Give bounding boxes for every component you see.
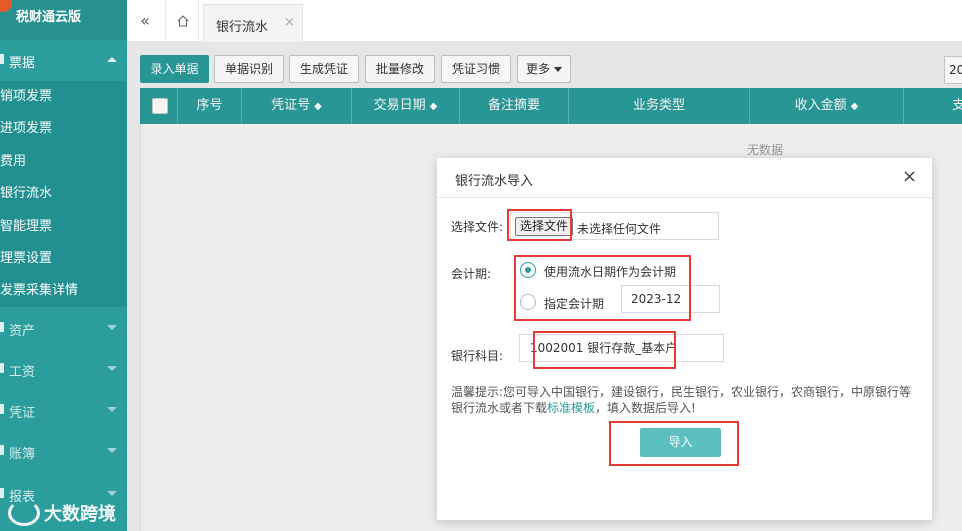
sidebar-item-sorting-settings[interactable]: 理票设置	[0, 243, 127, 275]
sidebar-group-label: 账簿	[9, 447, 36, 462]
chevron-up-icon	[107, 57, 117, 62]
sidebar-item-purchase-invoice[interactable]: 进项发票	[0, 113, 127, 145]
highlight-box	[533, 331, 676, 369]
sidebar-item-sales-invoice[interactable]: 销项发票	[0, 81, 127, 113]
highlight-box	[609, 421, 739, 466]
close-icon[interactable]: ×	[902, 168, 917, 186]
dialog-title: 银行流水导入	[455, 174, 534, 189]
sidebar-group-label: 凭证	[9, 406, 36, 421]
period-label: 会计期:	[451, 267, 492, 281]
sidebar-item-expense[interactable]: 费用	[0, 146, 127, 178]
ledger-icon	[0, 445, 4, 455]
chevron-down-icon	[107, 325, 117, 330]
ticket-icon	[0, 54, 4, 64]
sidebar-item-invoice-collection[interactable]: 发票采集详情	[0, 275, 127, 307]
watermark-text: 大数跨境	[44, 504, 116, 525]
sidebar-group-tickets[interactable]: 票据	[0, 40, 127, 80]
brand: 税财通云版	[0, 0, 127, 40]
chevron-down-icon	[107, 491, 117, 496]
import-tip: 温馨提示:您可导入中国银行，建设银行，民生银行，农业银行，农商银行，中原银行等银…	[451, 384, 921, 416]
sidebar-item-bank-statement[interactable]: 银行流水	[0, 178, 127, 210]
home-tab[interactable]	[165, 0, 199, 42]
home-icon	[177, 15, 189, 27]
chevron-down-icon	[107, 448, 117, 453]
sidebar-group-assets[interactable]: 资产	[0, 308, 127, 348]
tab-bank-statement[interactable]: 银行流水 ×	[203, 4, 303, 42]
chevron-down-icon	[107, 407, 117, 412]
sidebar-group-label: 工资	[9, 365, 36, 380]
assets-icon	[0, 322, 4, 332]
dialog-header: 银行流水导入 ×	[437, 158, 932, 198]
sidebar-item-smart-sorting[interactable]: 智能理票	[0, 211, 127, 243]
highlight-box	[507, 209, 572, 241]
collapse-sidebar-icon[interactable]: «	[135, 11, 155, 31]
bank-import-dialog: 银行流水导入 × 选择文件: 选择文件 未选择任何文件 会计期: 使用流水日期作…	[437, 158, 932, 520]
voucher-icon	[0, 404, 4, 414]
sidebar-group-label: 票据	[9, 56, 36, 71]
sidebar: 税财通云版 票据 销项发票 进项发票 费用 银行流水 智能理票 理票设置 发票采…	[0, 0, 127, 531]
salary-icon	[0, 363, 4, 373]
watermark: 大数跨境	[8, 498, 116, 528]
file-label: 选择文件:	[451, 220, 504, 234]
highlight-box	[514, 255, 691, 321]
watermark-logo-icon	[8, 500, 40, 526]
sidebar-group-voucher[interactable]: 凭证	[0, 390, 127, 430]
bank-subject-label: 银行科目:	[451, 349, 504, 363]
file-status: 未选择任何文件	[577, 222, 662, 236]
template-download-link[interactable]: 标准模板	[547, 401, 595, 415]
chevron-down-icon	[107, 366, 117, 371]
brand-name: 税财通云版	[16, 10, 82, 25]
sidebar-group-ledger[interactable]: 账簿	[0, 431, 127, 471]
sidebar-group-salary[interactable]: 工资	[0, 349, 127, 389]
tab-bar: « 银行流水 ×	[127, 0, 962, 42]
report-icon	[0, 488, 4, 498]
close-icon[interactable]: ×	[284, 15, 295, 30]
tip-text-end: ，填入数据后导入!	[595, 401, 696, 415]
logo-icon	[0, 0, 12, 12]
sidebar-group-label: 资产	[9, 324, 36, 339]
tab-label: 银行流水	[216, 20, 269, 35]
